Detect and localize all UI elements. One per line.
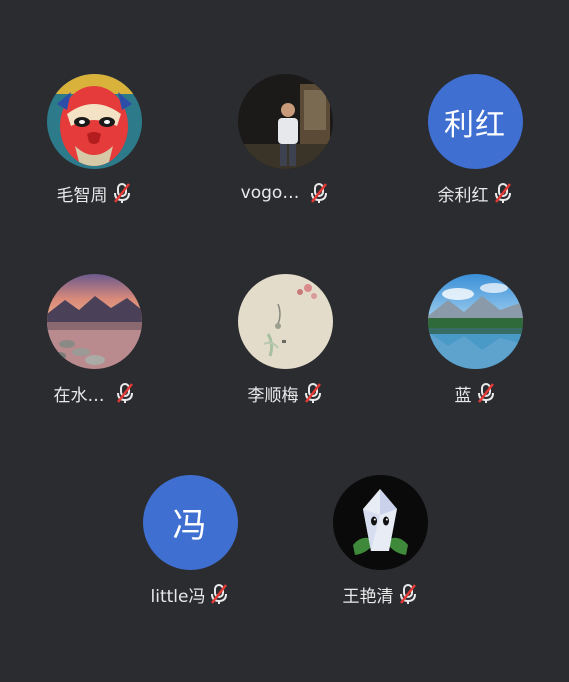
avatar xyxy=(427,274,523,369)
participant-tile[interactable]: 王艳清 xyxy=(295,475,465,607)
participant-name: little冯 xyxy=(150,586,206,607)
participant-tile[interactable]: vogo… xyxy=(200,74,370,205)
mountain-lake-avatar-image xyxy=(427,274,523,369)
avatar: 冯 xyxy=(142,475,238,570)
participant-tile[interactable]: 在水… xyxy=(9,274,179,406)
participant-name-row: 在水… xyxy=(53,381,135,406)
mic-muted-icon xyxy=(311,183,328,203)
participant-tile[interactable]: 蓝 xyxy=(390,274,560,406)
mic-muted-icon xyxy=(113,183,130,203)
participant-grid: 毛智周 vogo… 利红 余利红 在水… 李顺梅 蓝 冯 little冯 王艳清 xyxy=(0,0,569,682)
avatar xyxy=(237,274,333,369)
participant-name: 在水… xyxy=(53,385,105,406)
participant-name-row: 余利红 xyxy=(437,181,513,206)
participant-name: vogo… xyxy=(240,183,300,203)
avatar-initials: 冯 xyxy=(172,506,208,546)
lake-sunset-avatar-image xyxy=(46,274,142,369)
participant-tile[interactable]: 毛智周 xyxy=(9,74,179,206)
mic-muted-icon xyxy=(399,584,416,604)
opera-mask-avatar-image xyxy=(46,74,142,169)
participant-tile[interactable]: 冯 little冯 xyxy=(105,475,275,607)
mic-muted-icon xyxy=(211,584,228,604)
participant-name-row: 李顺梅 xyxy=(247,381,323,406)
mic-muted-icon xyxy=(304,383,321,403)
mic-muted-icon xyxy=(494,183,511,203)
avatar xyxy=(46,274,142,369)
participant-name: 李顺梅 xyxy=(247,385,299,406)
avatar xyxy=(332,475,428,570)
participant-name-row: 王艳清 xyxy=(342,582,418,607)
avatar-initials: 利红 xyxy=(444,107,506,143)
man-standing-avatar-image xyxy=(237,74,333,169)
mic-muted-icon xyxy=(477,383,494,403)
participant-name-row: 毛智周 xyxy=(56,181,132,206)
participant-tile[interactable]: 李顺梅 xyxy=(200,274,370,406)
participant-name-row: little冯 xyxy=(150,582,230,607)
participant-name: 王艳清 xyxy=(342,586,394,607)
participant-name: 蓝 xyxy=(454,385,472,406)
ink-painting-avatar-image xyxy=(237,274,333,369)
mic-muted-icon xyxy=(116,383,133,403)
crystal-character-avatar-image xyxy=(332,475,428,570)
participant-name-row: vogo… xyxy=(241,181,330,205)
avatar xyxy=(46,74,142,169)
participant-name: 毛智周 xyxy=(56,185,108,206)
avatar: 利红 xyxy=(427,74,523,169)
participant-name-row: 蓝 xyxy=(454,381,496,406)
avatar xyxy=(237,74,333,169)
participant-tile[interactable]: 利红 余利红 xyxy=(390,74,560,206)
participant-name: 余利红 xyxy=(437,185,489,206)
